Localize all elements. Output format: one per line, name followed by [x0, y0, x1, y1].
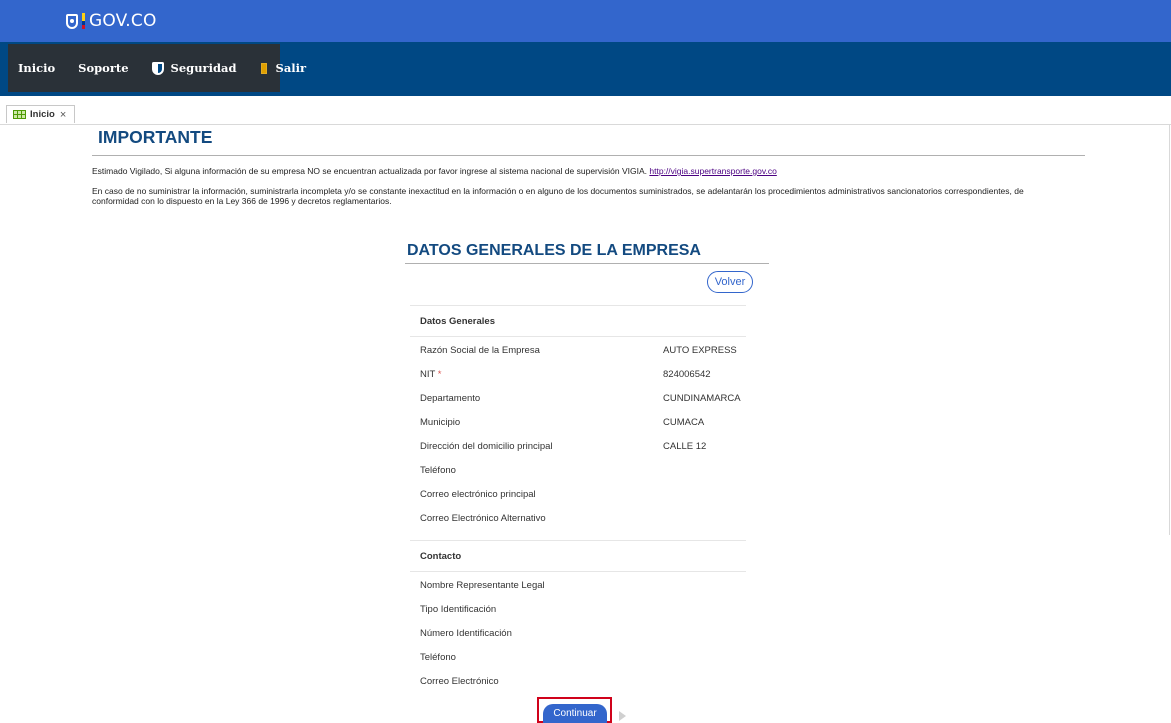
nav-item-label: Inicio — [18, 61, 56, 75]
tab-inicio[interactable]: Inicio × — [6, 105, 75, 123]
field-label-departamento: Departamento — [420, 393, 481, 404]
nav-item-label: Salir — [275, 61, 307, 75]
section-datos-generales: Datos Generales — [410, 305, 746, 337]
field-value-municipio: CUMACA — [663, 417, 705, 428]
field-label-nit: NIT * — [420, 369, 441, 380]
field-label-tipo-identificacion: Tipo Identificación — [420, 604, 497, 615]
tab-label: Inicio — [30, 109, 55, 120]
important-paragraph-1: Estimado Vigilado, Si alguna información… — [92, 166, 777, 176]
content-divider — [1169, 125, 1170, 535]
tab-strip: Inicio × — [0, 96, 1171, 125]
field-value-direccion: CALLE 12 — [663, 441, 707, 452]
nav-item-label: Soporte — [78, 61, 129, 75]
field-label-razon-social: Razón Social de la Empresa — [420, 345, 540, 356]
door-icon — [260, 62, 267, 74]
field-label-contacto-telefono: Teléfono — [420, 652, 456, 663]
close-icon[interactable]: × — [60, 109, 66, 121]
divider — [92, 155, 1085, 156]
nav-item-soporte[interactable]: Soporte — [78, 44, 128, 92]
field-label-numero-identificacion: Número Identificación — [420, 628, 512, 639]
divider — [405, 263, 769, 264]
field-label-direccion: Dirección del domicilio principal — [420, 441, 553, 452]
shield-icon — [151, 61, 164, 75]
volver-button[interactable]: Volver — [707, 271, 753, 293]
field-value-razon-social: AUTO EXPRESS — [663, 345, 737, 356]
continuar-button[interactable]: Continuar — [543, 704, 607, 723]
vigia-link[interactable]: http://vigia.supertransporte.gov.co — [649, 166, 776, 176]
nav-item-salir[interactable]: Salir — [260, 44, 307, 92]
field-label-nit-text: NIT — [420, 369, 436, 380]
field-value-nit: 824006542 — [663, 369, 711, 380]
nav-item-inicio[interactable]: Inicio — [18, 44, 55, 92]
play-arrow-icon — [619, 711, 626, 721]
table-grid-icon — [13, 110, 26, 119]
nav-item-seguridad[interactable]: Seguridad — [151, 44, 237, 92]
gov-header: GOV.CO — [0, 0, 1171, 42]
colombia-flag-icon — [82, 13, 85, 29]
required-marker: * — [437, 369, 442, 380]
gov-logo-text: GOV.CO — [89, 11, 157, 31]
gov-logo[interactable]: GOV.CO — [66, 11, 157, 31]
section-contacto: Contacto — [410, 540, 746, 572]
important-paragraph-2: En caso de no suministrar la información… — [92, 186, 1024, 206]
field-label-correo-alternativo: Correo Electrónico Alternativo — [420, 513, 546, 524]
nav-menu: Inicio Soporte Seguridad Salir — [8, 44, 306, 92]
important-paragraph-1-text: Estimado Vigilado, Si alguna información… — [92, 166, 648, 176]
nav-item-label: Seguridad — [170, 61, 237, 75]
colombia-shield-icon — [66, 13, 78, 29]
main-navbar: Inicio Soporte Seguridad Salir — [0, 42, 1171, 96]
form-title: DATOS GENERALES DE LA EMPRESA — [407, 242, 701, 259]
field-label-correo-principal: Correo electrónico principal — [420, 489, 536, 500]
field-label-telefono: Teléfono — [420, 465, 456, 476]
field-value-departamento: CUNDINAMARCA — [663, 393, 741, 404]
field-label-municipio: Municipio — [420, 417, 461, 428]
field-label-representante-legal: Nombre Representante Legal — [420, 580, 545, 591]
important-title: IMPORTANTE — [98, 127, 213, 147]
field-label-contacto-correo: Correo Electrónico — [420, 676, 499, 687]
